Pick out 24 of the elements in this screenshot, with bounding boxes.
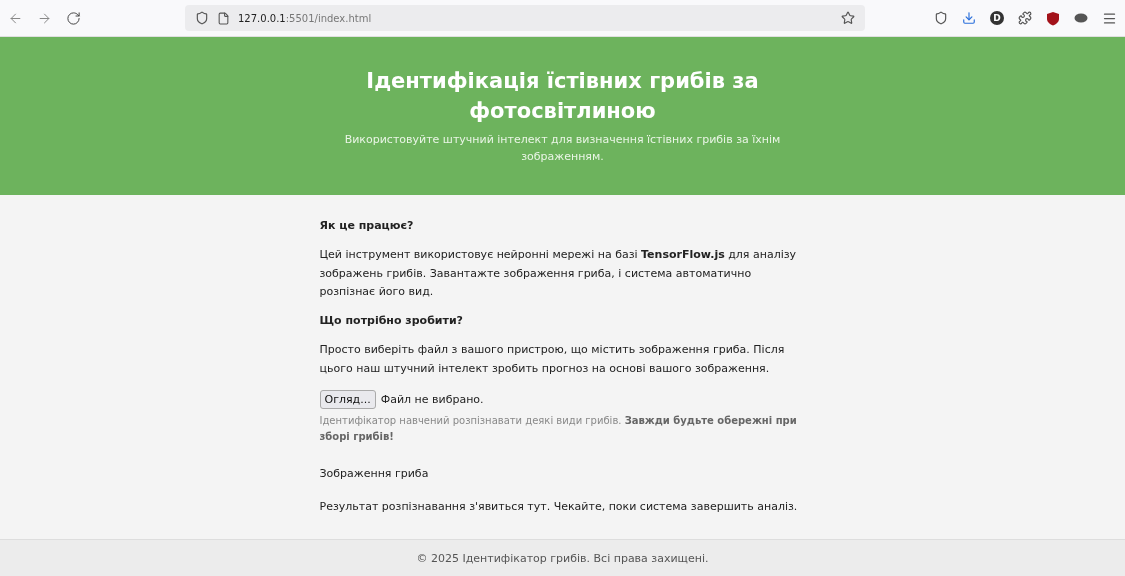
- menu-icon[interactable]: [1102, 10, 1117, 26]
- download-icon[interactable]: [962, 11, 976, 25]
- section-heading: Що потрібно зробити?: [319, 314, 464, 328]
- bookmark-star-icon[interactable]: [841, 11, 855, 25]
- paragraph: Цей інструмент використовує нейронні мережі на базі TensorFlow.js для аналізу зображень грибів. Завантажте зображення гриба, і система автоматично розпізнає його вид.: [319, 247, 798, 301]
- reload-icon[interactable]: [66, 10, 81, 26]
- page-title: Ідентифікація їстівних грибів за фотосвітлиною: [365, 67, 760, 126]
- profile-badge[interactable]: D: [990, 11, 1004, 25]
- page-subtitle: Використовуйте штучний інтелект для визначення їстівних грибів за їхнім зображенням.: [343, 131, 782, 166]
- shield-icon[interactable]: [195, 11, 209, 25]
- note-text: Ідентифікатор навчений розпізнавати деякі види грибів. Завжди будьте обережні при зборі грибів!: [319, 414, 798, 445]
- address-bar[interactable]: 127.0.0.1:5501/index.html: [185, 5, 865, 31]
- extensions-icon[interactable]: [1018, 11, 1032, 25]
- shield-icon[interactable]: [1046, 10, 1060, 26]
- back-icon[interactable]: [8, 10, 23, 26]
- result-text: Результат розпізнавання з'явиться тут. Чекайте, поки система завершить аналіз.: [319, 500, 799, 514]
- file-status: Файл не вибрано.: [380, 393, 484, 407]
- paragraph: Просто виберіть файл з вашого пристрою, що містить зображення гриба. Після цього наш штучний інтелект зробить прогноз на основі вашого зображення.: [319, 342, 786, 377]
- section-heading: Як це працює?: [319, 219, 415, 232]
- image-label: Зображення гриба: [319, 467, 430, 481]
- footer-text: © 2025 Ідентифікатор грибів. Всі права захищені.: [416, 551, 709, 565]
- forward-icon[interactable]: [37, 10, 52, 26]
- browse-button[interactable]: Огляд...: [319, 390, 376, 410]
- page-icon[interactable]: [217, 11, 230, 25]
